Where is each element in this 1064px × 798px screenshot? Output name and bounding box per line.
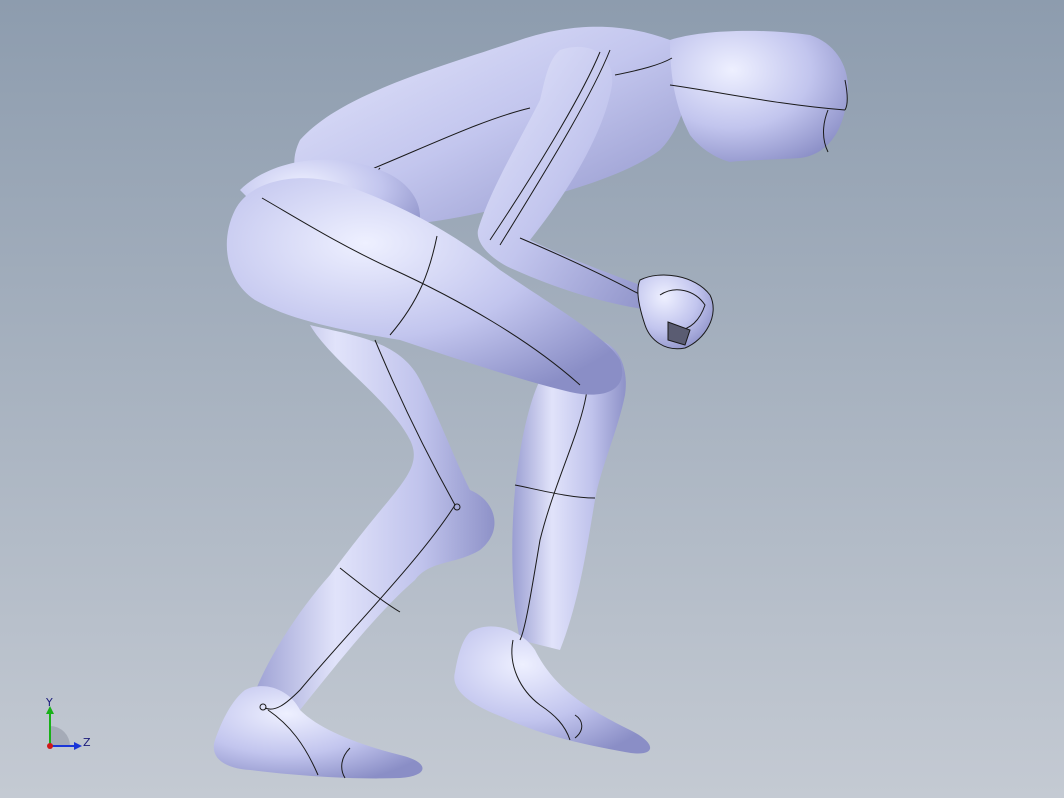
- triad-plane-indicator: [50, 726, 70, 746]
- left-leg[interactable]: [213, 325, 495, 779]
- fist[interactable]: [637, 274, 714, 350]
- mannequin-model[interactable]: [0, 0, 1064, 798]
- z-axis-label: Z: [83, 736, 91, 749]
- z-axis-arrowhead: [74, 742, 82, 750]
- x-axis-dot: [47, 743, 53, 749]
- graphics-viewport[interactable]: Y Z: [0, 0, 1064, 798]
- view-orientation-triad: Y Z: [45, 696, 91, 750]
- y-axis-label: Y: [45, 696, 53, 709]
